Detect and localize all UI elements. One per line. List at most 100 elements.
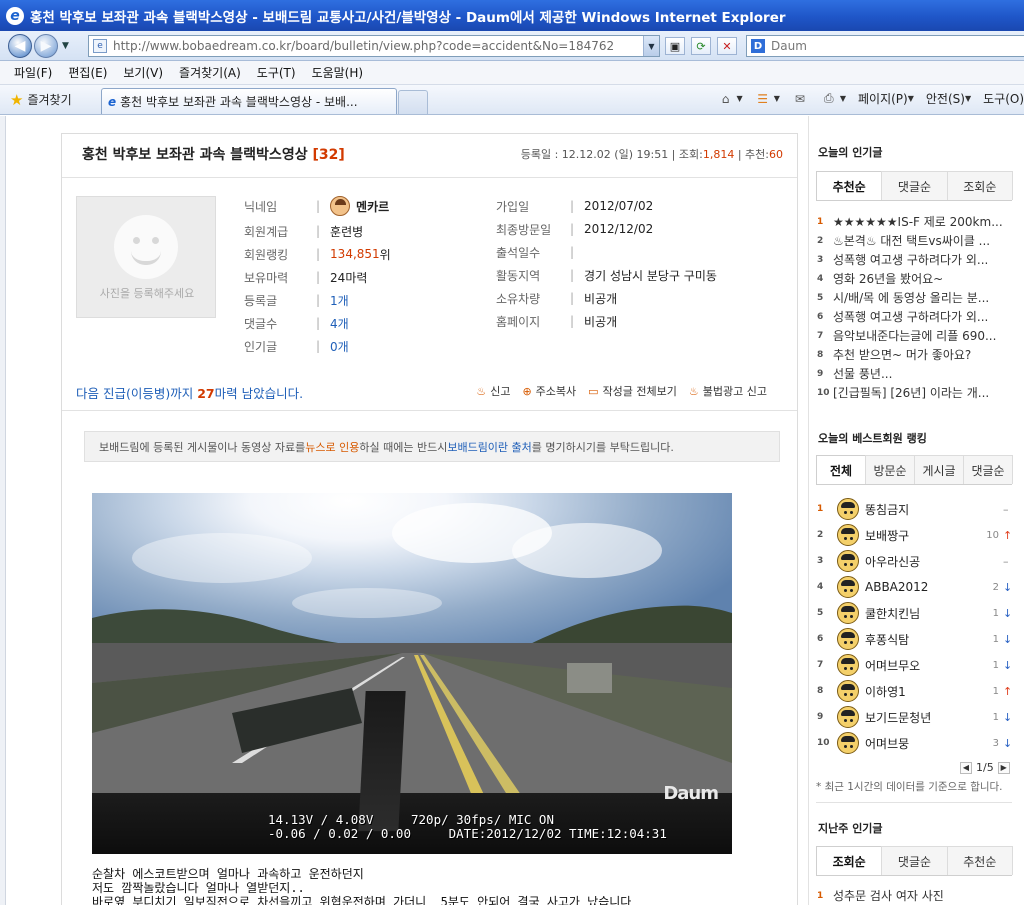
tab-visits[interactable]: 방문순 [865, 455, 915, 484]
home-icon[interactable]: ⌂ [718, 91, 734, 107]
tab-all[interactable]: 전체 [816, 455, 866, 484]
info-suffix: 위 [379, 247, 391, 262]
view-all-posts-button[interactable]: ▭ 작성글 전체보기 [588, 383, 677, 399]
tab-posts[interactable]: 게시글 [914, 455, 964, 484]
tools-menu[interactable]: 도구(O) [983, 90, 1024, 107]
tab-comments[interactable]: 댓글순 [881, 171, 948, 200]
list-item[interactable]: 1 ★★★★★★IS-F 제로 200km... [817, 212, 1011, 231]
popular-item[interactable]: 성폭행 여고생 구하려다가 외... [833, 308, 1003, 325]
list-item[interactable]: 2 ♨본격♨ 대전 택트vs싸이클 ... [817, 231, 1011, 250]
page-dropdown-icon[interactable]: ▼ [908, 94, 914, 103]
member-name[interactable]: 후퐁식탐 [865, 631, 993, 648]
recent-pages-dropdown-icon[interactable]: ▼ [62, 41, 69, 51]
list-item[interactable]: 7 음악보내준다는글에 리플 690... [817, 326, 1011, 345]
menu-view[interactable]: 보기(V) [123, 64, 163, 81]
page-menu[interactable]: 페이지(P) [858, 90, 908, 107]
popular-item[interactable]: 영화 26년을 봤어요~ [833, 270, 1003, 287]
popular-item[interactable]: 성폭행 여고생 구하려다가 외... [833, 251, 1003, 268]
tab-views[interactable]: 조회순 [816, 846, 883, 875]
copy-address-button[interactable]: ⊕ 주소복사 [522, 383, 576, 399]
popular-item[interactable]: 시/배/목 에 동영상 올리는 분... [833, 289, 1003, 306]
tab-title: 홍천 박후보 보좌관 과속 블랙박스영상 - 보배... [120, 95, 358, 109]
dashcam-video[interactable]: 14.13V / 4.08V 720p/ 30fps/ MIC ON -0.06… [92, 493, 732, 854]
mail-icon[interactable]: ✉ [792, 91, 808, 107]
print-dropdown-icon[interactable]: ▼ [840, 94, 846, 103]
address-url: http://www.bobaedream.co.kr/board/bullet… [113, 39, 615, 53]
menu-tools[interactable]: 도구(T) [257, 64, 296, 81]
list-item[interactable]: 4 영화 26년을 봤어요~ [817, 269, 1011, 288]
prev-page-button[interactable]: ◀ [960, 761, 972, 774]
search-input[interactable]: D Daum [746, 35, 1024, 57]
back-button[interactable]: ◀ [8, 33, 32, 58]
address-dropdown-icon[interactable]: ▼ [643, 36, 659, 56]
list-item[interactable]: 3 성폭행 여고생 구하려다가 외... [817, 250, 1011, 269]
tab-views[interactable]: 조회순 [946, 171, 1013, 200]
nickname[interactable]: 멘카르 [356, 198, 389, 215]
tab-comments[interactable]: 댓글순 [881, 846, 948, 875]
popular-item[interactable]: 선물 풍년... [833, 365, 1003, 382]
safety-menu[interactable]: 안전(S) [926, 90, 965, 107]
tab-recommend[interactable]: 추천순 [946, 846, 1013, 875]
list-item[interactable]: 7 어며브무오 1 ↓ [817, 652, 1013, 678]
member-name[interactable]: 보기드문청년 [865, 709, 993, 726]
report-button[interactable]: ♨ 신고 [476, 383, 510, 399]
browser-tab-active[interactable]: e 홍천 박후보 보좌관 과속 블랙박스영상 - 보배... [101, 88, 397, 114]
popular-item[interactable]: 추천 받으면~ 머가 좋아요? [833, 346, 1003, 363]
list-item[interactable]: 5 쿨한치킨님 1 ↓ [817, 600, 1013, 626]
member-name[interactable]: 이하영1 [865, 683, 993, 700]
popular-item[interactable]: ★★★★★★IS-F 제로 200km... [833, 213, 1003, 230]
best-pager: ◀ 1/5 ▶ [956, 761, 1014, 774]
menu-edit[interactable]: 편집(E) [68, 64, 107, 81]
list-item[interactable]: 2 보배짱구 10 ↑ [817, 522, 1013, 548]
list-item[interactable]: 8 이하영1 1 ↑ [817, 678, 1013, 704]
info-value[interactable]: 0개 [330, 338, 349, 355]
info-value[interactable]: 4개 [330, 315, 349, 332]
tab-replies[interactable]: 댓글순 [963, 455, 1013, 484]
member-name[interactable]: 보배짱구 [865, 527, 986, 544]
compat-view-icon[interactable]: ▣ [665, 37, 685, 55]
member-name[interactable]: 아우라신공 [865, 553, 999, 570]
comment-count[interactable]: [32] [312, 147, 344, 163]
member-name[interactable]: ABBA2012 [865, 580, 993, 594]
popular-item[interactable]: ♨본격♨ 대전 택트vs싸이클 ... [833, 232, 1003, 249]
list-item[interactable]: 10 어며브뭉 3 ↓ [817, 730, 1013, 756]
list-item[interactable]: 6 후퐁식탐 1 ↓ [817, 626, 1013, 652]
forward-button[interactable]: ▶ [34, 33, 58, 58]
menu-favorites[interactable]: 즐겨찾기(A) [179, 64, 241, 81]
list-item[interactable]: 4 ABBA2012 2 ↓ [817, 574, 1013, 600]
member-name[interactable]: 어며브무오 [865, 657, 993, 674]
member-name[interactable]: 어며브뭉 [865, 735, 993, 752]
menu-file[interactable]: 파일(F) [14, 64, 52, 81]
refresh-icon[interactable]: ⟳ [691, 37, 711, 55]
list-item[interactable]: 5 시/배/목 에 동영상 올리는 분... [817, 288, 1011, 307]
tab-recommend[interactable]: 추천순 [816, 171, 883, 200]
feeds-dropdown-icon[interactable]: ▼ [774, 94, 780, 103]
popular-item[interactable]: [긴급필독] [26년] 이라는 개... [833, 384, 1003, 401]
list-item[interactable]: 9 보기드문청년 1 ↓ [817, 704, 1013, 730]
report-ad-button[interactable]: ♨ 불법광고 신고 [689, 383, 767, 399]
info-value[interactable]: 1개 [330, 292, 349, 309]
new-tab-button[interactable] [398, 90, 428, 114]
list-item[interactable]: 6 성폭행 여고생 구하려다가 외... [817, 307, 1011, 326]
member-name[interactable]: 쿨한치킨님 [865, 605, 993, 622]
member-name[interactable]: 똥침금지 [865, 501, 999, 518]
list-item[interactable]: 1 성추문 검사 여자 사진 [817, 886, 1011, 905]
lastweek-item[interactable]: 성추문 검사 여자 사진 [833, 887, 1003, 904]
favorites-button[interactable]: ★ 즐겨찾기 [10, 91, 72, 109]
safety-dropdown-icon[interactable]: ▼ [965, 94, 971, 103]
list-item[interactable]: 10 [긴급필독] [26년] 이라는 개... [817, 383, 1011, 402]
next-page-button[interactable]: ▶ [997, 761, 1010, 774]
info-lastvisit: 최종방문일 | 2012/12/02 [496, 222, 654, 237]
popular-item[interactable]: 음악보내준다는글에 리플 690... [833, 327, 1003, 344]
list-item[interactable]: 9 선물 풍년... [817, 364, 1011, 383]
print-icon[interactable]: ⎙ [821, 91, 837, 107]
list-item[interactable]: 1 똥침금지 – [817, 496, 1013, 522]
menu-help[interactable]: 도움말(H) [312, 64, 364, 81]
member-avatar-icon [837, 680, 859, 702]
list-item[interactable]: 3 아우라신공 – [817, 548, 1013, 574]
stop-icon[interactable]: ✕ [717, 37, 737, 55]
feeds-icon[interactable]: ☰ [755, 91, 771, 107]
address-input[interactable]: e http://www.bobaedream.co.kr/board/bull… [88, 35, 660, 57]
home-dropdown-icon[interactable]: ▼ [737, 94, 743, 103]
list-item[interactable]: 8 추천 받으면~ 머가 좋아요? [817, 345, 1011, 364]
